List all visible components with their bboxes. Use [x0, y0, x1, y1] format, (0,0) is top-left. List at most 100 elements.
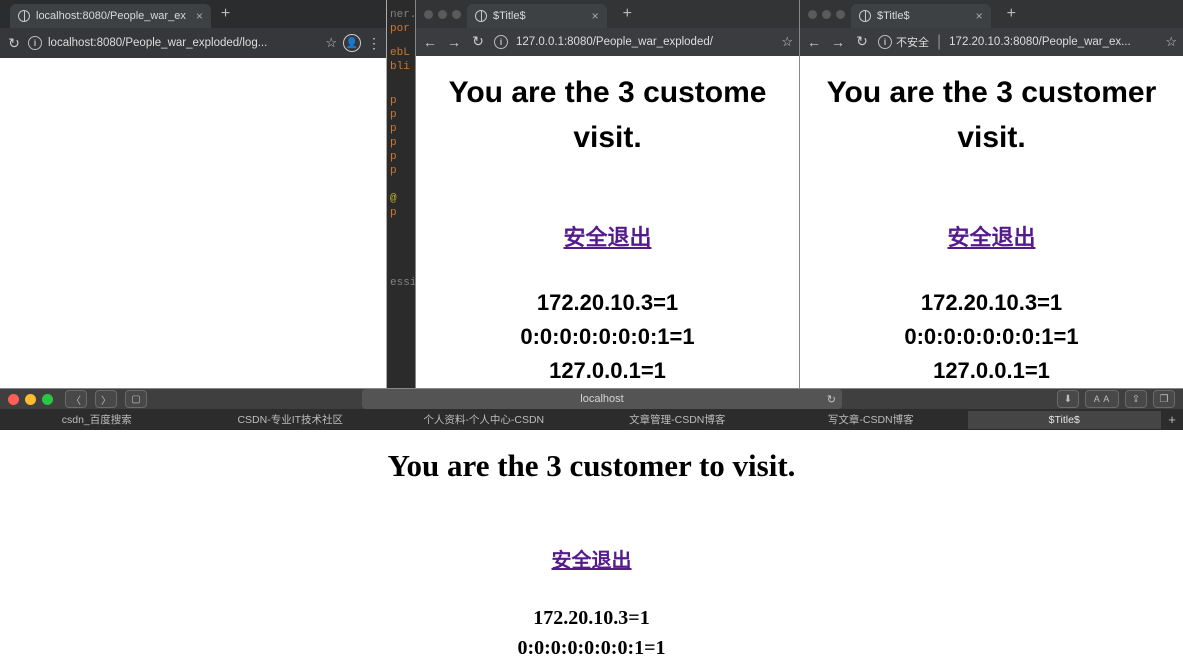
safari-window: 〈 〉 ▢ localhost ↻ ⬇ A A ⇪ ❐ csdn_百度搜索 CS…	[0, 388, 1183, 650]
address-bar: ↻ i localhost:8080/People_war_exploded/l…	[0, 28, 386, 58]
forward-button[interactable]: →	[446, 34, 462, 50]
url-text[interactable]: 127.0.0.1:8080/People_war_exploded/	[516, 36, 773, 48]
back-button[interactable]: 〈	[65, 390, 87, 408]
tab-title: $Title$	[493, 10, 526, 22]
new-tab-button[interactable]: +	[221, 5, 230, 23]
info-icon[interactable]: i	[28, 36, 42, 50]
chrome-window-2: $Title$ × + ← → ↻ i 127.0.0.1:8080/Peopl…	[415, 0, 799, 388]
chrome-window-3: $Title$ × + ← → ↻ i 不安全 | 172.20.10.3:80…	[799, 0, 1183, 388]
url-text[interactable]: 172.20.10.3:8080/People_war_ex...	[949, 36, 1157, 48]
page-content: You are the 3 customer visit. 安全退出 172.2…	[800, 56, 1183, 388]
reload-button[interactable]: ↻	[6, 35, 22, 52]
minimize-dot[interactable]	[25, 394, 36, 405]
favorite-item[interactable]: CSDN-专业IT技术社区	[194, 409, 388, 430]
code-line: p	[387, 122, 415, 136]
code-line: p	[387, 94, 415, 108]
ip-line: 172.20.10.3=1	[800, 286, 1183, 320]
url-text: localhost	[580, 393, 623, 405]
code-line: essio	[387, 276, 415, 290]
favorite-item[interactable]: csdn_百度搜索	[0, 409, 194, 430]
maximize-dot[interactable]	[42, 394, 53, 405]
star-icon[interactable]: ☆	[1165, 34, 1177, 50]
browser-tab[interactable]: localhost:8080/People_war_ex ×	[10, 4, 211, 28]
download-button[interactable]: ⬇	[1057, 390, 1079, 408]
window-controls	[800, 10, 845, 19]
back-button[interactable]: ←	[806, 34, 822, 50]
browser-tab[interactable]: $Title$ ×	[851, 4, 991, 28]
globe-icon	[18, 10, 30, 22]
tab-title: $Title$	[877, 10, 910, 22]
ip-line: 127.0.0.1=1	[800, 354, 1183, 388]
favorites-bar: csdn_百度搜索 CSDN-专业IT技术社区 个人资料-个人中心-CSDN 文…	[0, 409, 1183, 430]
forward-button[interactable]: →	[830, 34, 846, 50]
info-icon: i	[878, 35, 892, 49]
close-dot[interactable]	[808, 10, 817, 19]
code-line: p	[387, 150, 415, 164]
tab-bar: localhost:8080/People_war_ex × +	[0, 0, 386, 28]
code-editor-strip: ner.j por ebL bli p p p p p p @ p essio	[387, 0, 415, 388]
minimize-dot[interactable]	[822, 10, 831, 19]
url-text[interactable]: localhost:8080/People_war_exploded/log..…	[48, 37, 319, 49]
close-dot[interactable]	[424, 10, 433, 19]
tab-bar: $Title$ × +	[800, 0, 1183, 28]
logout-link[interactable]: 安全退出	[0, 544, 1183, 573]
code-line: ebL	[387, 46, 415, 60]
add-favorite-button[interactable]: +	[1161, 412, 1183, 427]
page-heading: You are the 3 customer visit.	[800, 70, 1183, 160]
logout-link[interactable]: 安全退出	[416, 220, 799, 252]
close-icon[interactable]: ×	[196, 9, 203, 23]
new-tab-button[interactable]: +	[1007, 5, 1016, 23]
code-line: @	[387, 192, 415, 206]
sidebar-button[interactable]: ▢	[125, 390, 147, 408]
star-icon[interactable]: ☆	[781, 34, 793, 50]
maximize-dot[interactable]	[452, 10, 461, 19]
tabs-button[interactable]: ❐	[1153, 390, 1175, 408]
info-icon[interactable]: i	[494, 35, 508, 49]
favorite-item-active[interactable]: $Title$	[968, 411, 1162, 429]
code-line: p	[387, 164, 415, 178]
logout-link[interactable]: 安全退出	[800, 220, 1183, 252]
insecure-label: 不安全	[896, 34, 929, 50]
code-line: p	[387, 108, 415, 122]
user-icon[interactable]: 👤	[343, 34, 361, 52]
code-line: p	[387, 206, 415, 220]
page-content: You are the 3 custome visit. 安全退出 172.20…	[416, 56, 799, 388]
close-dot[interactable]	[8, 394, 19, 405]
window-controls	[8, 394, 53, 405]
ip-line: 0:0:0:0:0:0:0:1=1	[800, 320, 1183, 354]
safari-url-field[interactable]: localhost ↻	[362, 389, 842, 409]
ip-line: 172.20.10.3=1	[416, 286, 799, 320]
ip-line: 172.20.10.3=1	[0, 603, 1183, 633]
reload-icon[interactable]: ↻	[827, 393, 836, 406]
reload-button[interactable]: ↻	[854, 33, 870, 50]
favorite-item[interactable]: 写文章-CSDN博客	[774, 409, 968, 430]
favorite-item[interactable]: 个人资料-个人中心-CSDN	[387, 409, 581, 430]
maximize-dot[interactable]	[836, 10, 845, 19]
star-icon[interactable]: ☆	[325, 35, 337, 51]
tab-title: localhost:8080/People_war_ex	[36, 10, 186, 22]
code-line: p	[387, 136, 415, 150]
minimize-dot[interactable]	[438, 10, 447, 19]
code-line: ner.j	[387, 8, 415, 22]
chrome-window-1: localhost:8080/People_war_ex × + ↻ i loc…	[0, 0, 387, 388]
page-heading: You are the 3 custome visit.	[416, 70, 799, 160]
code-line: por	[387, 22, 415, 36]
new-tab-button[interactable]: +	[623, 5, 632, 23]
browser-tab[interactable]: $Title$ ×	[467, 4, 607, 28]
reload-button[interactable]: ↻	[470, 33, 486, 50]
code-line: bli	[387, 60, 415, 74]
address-bar: ← → ↻ i 不安全 | 172.20.10.3:8080/People_wa…	[800, 28, 1183, 56]
insecure-badge[interactable]: i 不安全	[878, 34, 929, 50]
close-icon[interactable]: ×	[592, 9, 599, 23]
tab-bar: $Title$ × +	[416, 0, 799, 28]
address-bar: ← → ↻ i 127.0.0.1:8080/People_war_explod…	[416, 28, 799, 56]
reader-button[interactable]: A A	[1085, 390, 1119, 408]
forward-button[interactable]: 〉	[95, 390, 117, 408]
window-controls	[416, 10, 461, 19]
ip-line: 0:0:0:0:0:0:0:1=1	[0, 633, 1183, 663]
menu-icon[interactable]: ⋮	[367, 35, 380, 52]
share-button[interactable]: ⇪	[1125, 390, 1147, 408]
favorite-item[interactable]: 文章管理-CSDN博客	[581, 409, 775, 430]
back-button[interactable]: ←	[422, 34, 438, 50]
close-icon[interactable]: ×	[976, 9, 983, 23]
